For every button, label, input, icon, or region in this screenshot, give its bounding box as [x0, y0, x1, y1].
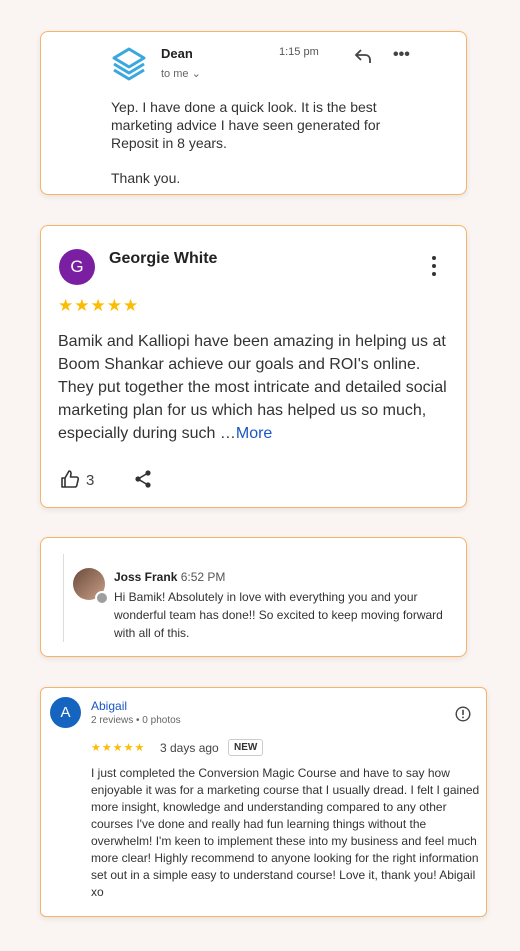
comment-time: 6:52 PM: [180, 570, 226, 584]
new-badge: NEW: [228, 739, 264, 756]
star-rating: ★★★★★: [58, 296, 140, 315]
comment-text: Hi Bamik! Absolutely in love with everyt…: [114, 590, 443, 640]
review-card: G Georgie White ★★★★★ Bamik and Kalliopi…: [40, 225, 467, 508]
email-sender: Dean: [161, 46, 193, 61]
reviewer-meta: 2 reviews • 0 photos: [91, 715, 181, 726]
status-dot: [95, 591, 109, 605]
chevron-down-icon: ⌄: [191, 68, 201, 80]
reposit-logo-icon: [112, 47, 146, 81]
review-text: Bamik and Kalliopi have been amazing in …: [58, 333, 447, 442]
comment-card: Joss Frank 6:52 PM Hi Bamik! Absolutely …: [40, 537, 467, 657]
review-card-2: A Abigail 2 reviews • 0 photos ★★★★★ 3 d…: [40, 687, 487, 917]
report-icon[interactable]: [455, 706, 471, 722]
reviewer-name: Georgie White: [109, 250, 218, 267]
more-link[interactable]: More: [236, 425, 272, 442]
reply-icon[interactable]: [353, 47, 373, 65]
avatar: G: [59, 249, 95, 285]
email-recipient[interactable]: to me ⌄: [161, 67, 201, 80]
comment-header: Joss Frank 6:52 PM: [114, 570, 225, 584]
like-count: 3: [86, 472, 95, 489]
review-age: 3 days ago: [160, 741, 219, 755]
email-paragraph: Thank you.: [111, 170, 181, 186]
email-paragraph: Yep. I have done a quick look. It is the…: [111, 99, 381, 151]
more-options-icon[interactable]: •••: [393, 46, 410, 64]
share-icon[interactable]: [133, 469, 153, 489]
avatar: A: [50, 697, 81, 728]
thumbs-up-icon[interactable]: [60, 469, 80, 489]
review-text: I just completed the Conversion Magic Co…: [91, 766, 480, 899]
commenter-name[interactable]: Joss Frank: [114, 570, 177, 584]
email-time: 1:15 pm: [279, 46, 319, 58]
star-rating: ★★★★★: [91, 742, 146, 754]
thread-divider: [63, 554, 64, 642]
vertical-dots-icon[interactable]: [431, 256, 437, 280]
email-card: Dean to me ⌄ 1:15 pm ••• Yep. I have don…: [40, 31, 467, 195]
reviewer-name[interactable]: Abigail: [91, 699, 127, 713]
email-body: Yep. I have done a quick look. It is the…: [111, 98, 411, 204]
